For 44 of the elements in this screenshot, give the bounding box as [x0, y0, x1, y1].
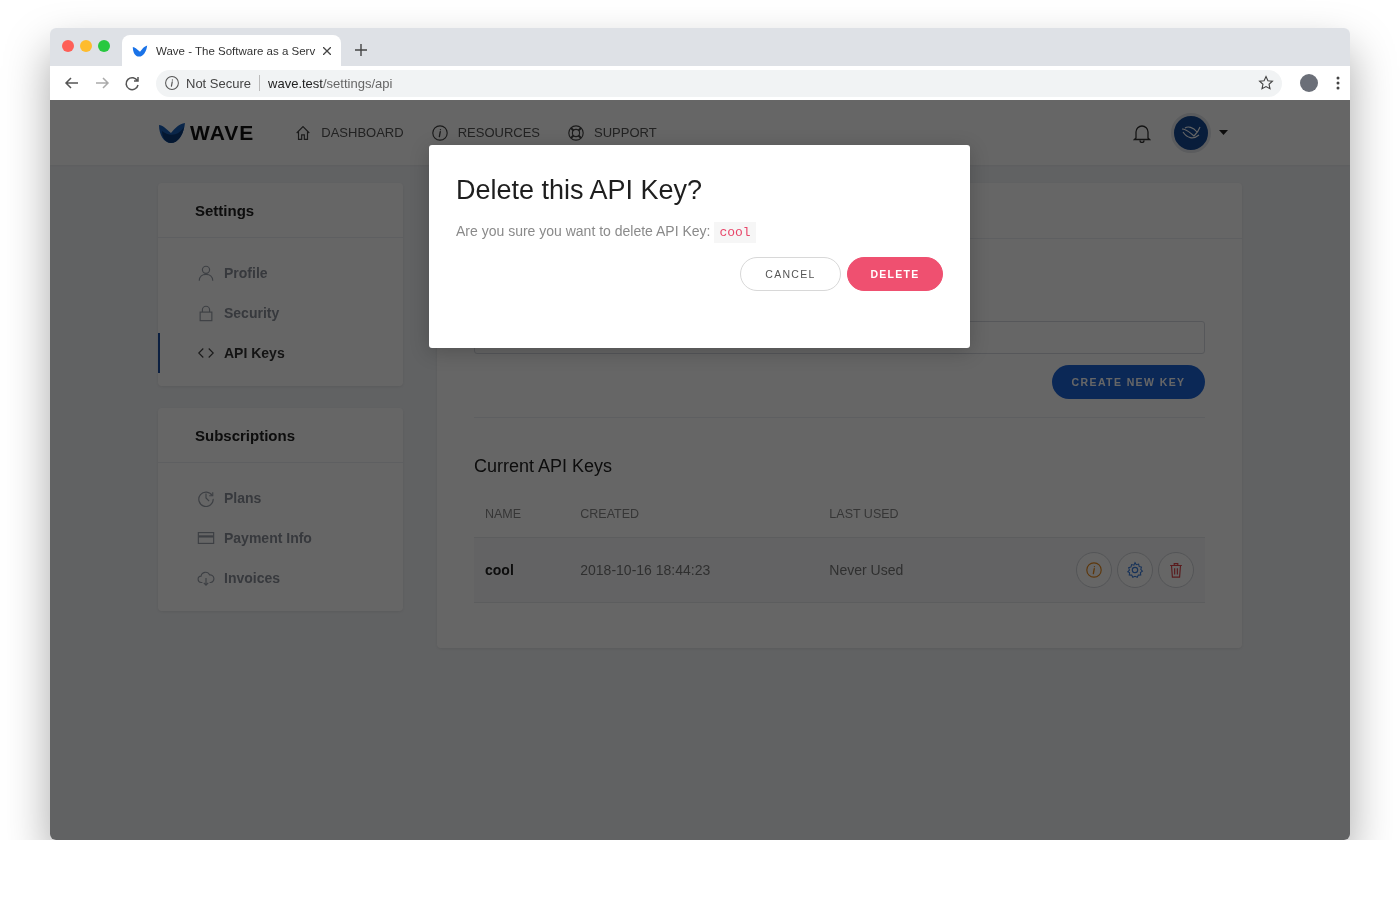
more-menu-icon[interactable] — [1336, 76, 1340, 90]
wave-logo-icon — [132, 43, 148, 58]
close-window-button[interactable] — [62, 40, 74, 52]
security-label: Not Secure — [186, 75, 252, 91]
create-key-button[interactable]: CREATE NEW KEY — [1052, 365, 1205, 399]
nav-link[interactable]: RESOURCES — [430, 123, 540, 142]
card-title: Settings — [195, 201, 255, 219]
new-tab-icon[interactable] — [355, 44, 368, 56]
credit-card-icon — [197, 529, 215, 547]
profile-avatar[interactable] — [1300, 74, 1318, 92]
wave-logo-icon — [158, 121, 186, 144]
bookmark-star-icon[interactable] — [1258, 75, 1274, 91]
close-tab-icon[interactable] — [323, 46, 332, 55]
nav-link[interactable]: DASHBOARD — [294, 123, 404, 142]
dialog-title: Delete this API Key? — [456, 175, 704, 206]
delete-button[interactable] — [1158, 552, 1194, 588]
bell-icon[interactable] — [1133, 122, 1151, 143]
settings-icon — [1126, 561, 1144, 579]
info-icon — [1085, 561, 1103, 579]
caret-icon[interactable] — [1219, 130, 1228, 135]
clock-icon — [197, 489, 215, 507]
info-icon — [430, 123, 449, 142]
home-icon — [294, 123, 313, 142]
card-title: Subscriptions — [195, 426, 295, 444]
delete-button[interactable]: DELETE — [847, 257, 943, 291]
cloud-download-icon — [197, 569, 215, 587]
nav-link[interactable]: SUPPORT — [567, 123, 657, 142]
brand-name: WAVE — [190, 120, 255, 145]
address-bar[interactable]: Not Secure wave.test/settings/api — [156, 69, 1282, 97]
lifebuoy-icon — [567, 123, 585, 142]
url-text: wave.test/settings/api — [268, 75, 393, 91]
cancel-button[interactable]: CANCEL — [740, 257, 841, 291]
lock-icon — [197, 304, 215, 322]
info-icon — [164, 75, 180, 91]
browser-tab[interactable]: Wave - The Software as a Serv — [122, 35, 342, 66]
dialog-message: Are you sure you want to delete API Key: cool — [456, 223, 943, 240]
table-cell: cool — [474, 537, 570, 603]
info-button[interactable] — [1076, 552, 1112, 588]
trash-icon — [1167, 561, 1185, 579]
user-icon — [197, 264, 215, 282]
section-title: Current API Keys — [474, 456, 614, 477]
sidebar-item[interactable]: API Keys — [158, 333, 403, 373]
user-avatar[interactable] — [1171, 112, 1211, 153]
settings-button[interactable] — [1117, 552, 1153, 588]
